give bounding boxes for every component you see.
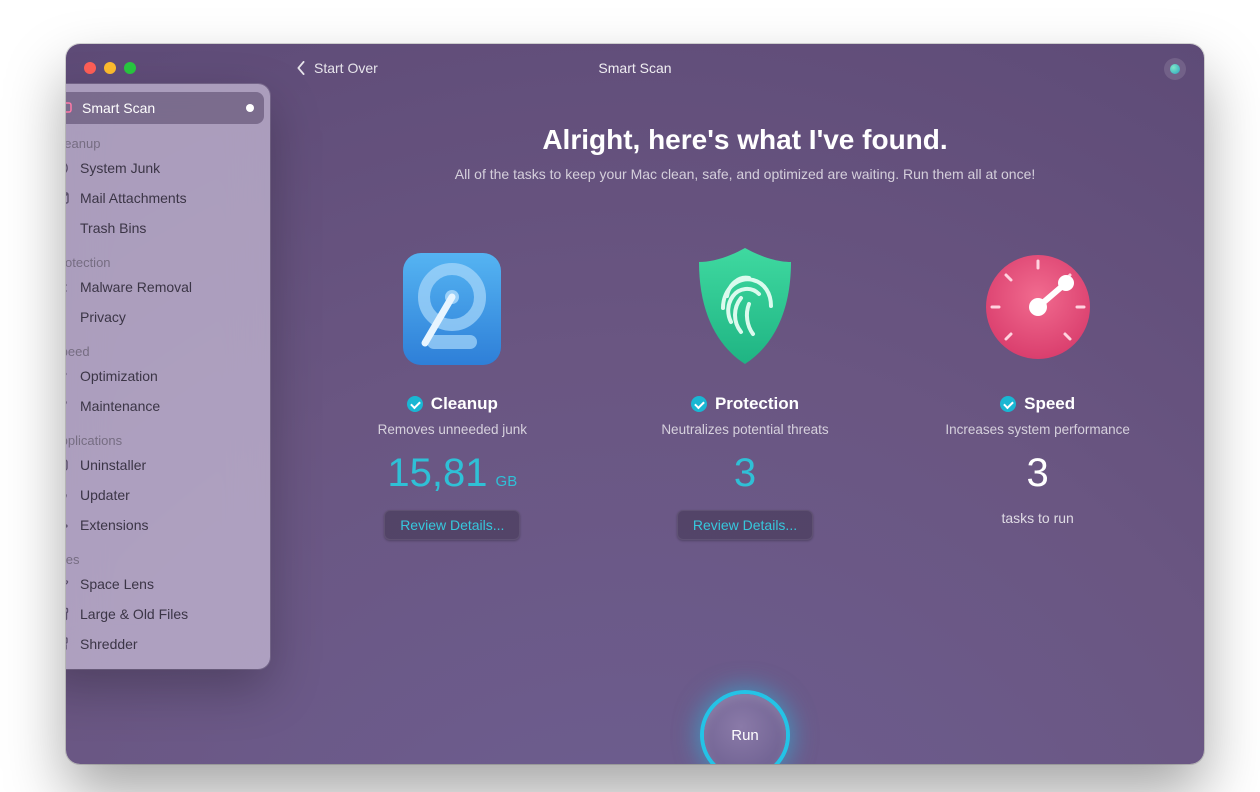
gauge-icon xyxy=(66,159,70,177)
card-value: 3 xyxy=(734,451,756,496)
run-button[interactable]: Run xyxy=(704,694,786,764)
sidebar-item-mail-attachments[interactable]: Mail Attachments xyxy=(66,183,270,213)
shield-fingerprint-icon xyxy=(685,242,805,372)
sidebar-item-label: System Junk xyxy=(80,160,160,176)
sidebar-item-optimization[interactable]: Optimization xyxy=(66,361,270,391)
hand-icon xyxy=(66,308,70,326)
sidebar-item-shredder[interactable]: Shredder xyxy=(66,629,270,659)
card-title: Speed xyxy=(1024,394,1075,414)
card-title-row: Speed xyxy=(1000,394,1075,414)
sidebar-item-label: Malware Removal xyxy=(80,279,192,295)
review-details-button[interactable]: Review Details... xyxy=(384,510,520,540)
sidebar-item-label: Updater xyxy=(80,487,130,503)
sidebar-section-speed: Speed xyxy=(66,332,270,361)
avatar-dot-icon xyxy=(1170,64,1180,74)
review-details-button[interactable]: Review Details... xyxy=(677,510,813,540)
sidebar-item-trash-bins[interactable]: Trash Bins xyxy=(66,213,270,243)
shredder-icon xyxy=(66,635,70,653)
page-title: Smart Scan xyxy=(598,60,671,76)
main-content: Alright, here's what I've found. All of … xyxy=(286,114,1204,764)
sidebar-item-space-lens[interactable]: Space Lens xyxy=(66,569,270,599)
hard-drive-icon xyxy=(392,242,512,372)
check-icon xyxy=(1000,396,1016,412)
sidebar-section-applications: Applications xyxy=(66,421,270,450)
puzzle-icon xyxy=(66,516,70,534)
tasks-to-run-label: tasks to run xyxy=(1001,510,1073,526)
sidebar-item-label: Privacy xyxy=(80,309,126,325)
sidebar-item-updater[interactable]: Updater xyxy=(66,480,270,510)
card-desc: Removes unneeded junk xyxy=(378,422,527,437)
value-number: 3 xyxy=(734,451,756,496)
card-value: 15,81 GB xyxy=(387,451,517,496)
sidebar-item-system-junk[interactable]: System Junk xyxy=(66,153,270,183)
sidebar-item-extensions[interactable]: Extensions xyxy=(66,510,270,540)
sidebar-item-label: Optimization xyxy=(80,368,158,384)
card-cleanup: Cleanup Removes unneeded junk 15,81 GB R… xyxy=(307,242,597,540)
run-button-wrap: Run xyxy=(704,694,786,764)
result-cards: Cleanup Removes unneeded junk 15,81 GB R… xyxy=(286,242,1204,540)
card-desc: Increases system performance xyxy=(945,422,1130,437)
planet-icon xyxy=(66,575,70,593)
card-protection: Protection Neutralizes potential threats… xyxy=(600,242,890,540)
uninstall-icon xyxy=(66,456,70,474)
card-title-row: Cleanup xyxy=(407,394,498,414)
subheadline: All of the tasks to keep your Mac clean,… xyxy=(286,166,1204,182)
sidebar: Smart Scan Cleanup System Junk Mail Atta… xyxy=(66,84,270,669)
sidebar-item-label: Large & Old Files xyxy=(80,606,188,622)
sidebar-item-label: Mail Attachments xyxy=(80,190,187,206)
wrench-icon xyxy=(66,397,70,415)
sidebar-item-label: Trash Bins xyxy=(80,220,146,236)
sidebar-item-label: Smart Scan xyxy=(82,100,155,116)
refresh-icon xyxy=(66,486,70,504)
sidebar-section-files: Files xyxy=(66,540,270,569)
card-desc: Neutralizes potential threats xyxy=(661,422,828,437)
trash-icon xyxy=(66,219,70,237)
value-unit: GB xyxy=(496,473,518,490)
sidebar-item-smart-scan[interactable]: Smart Scan xyxy=(66,92,264,124)
check-icon xyxy=(407,396,423,412)
back-label: Start Over xyxy=(314,60,378,76)
archive-icon xyxy=(66,605,70,623)
mail-icon xyxy=(66,189,70,207)
app-window: Start Over Smart Scan Smart Scan Cleanup… xyxy=(66,44,1204,764)
sidebar-section-cleanup: Cleanup xyxy=(66,124,270,153)
sidebar-item-malware-removal[interactable]: Malware Removal xyxy=(66,272,270,302)
back-button[interactable]: Start Over xyxy=(296,60,378,76)
chevron-left-icon xyxy=(296,61,306,75)
speedometer-icon xyxy=(978,242,1098,372)
card-title-row: Protection xyxy=(691,394,799,414)
card-value: 3 xyxy=(1027,451,1049,496)
value-number: 3 xyxy=(1027,451,1049,496)
card-speed: Speed Increases system performance 3 tas… xyxy=(893,242,1183,540)
sliders-icon xyxy=(66,367,70,385)
sidebar-item-label: Shredder xyxy=(80,636,138,652)
card-title: Protection xyxy=(715,394,799,414)
card-title: Cleanup xyxy=(431,394,498,414)
account-avatar[interactable] xyxy=(1164,58,1186,80)
sidebar-item-maintenance[interactable]: Maintenance xyxy=(66,391,270,421)
sidebar-item-label: Maintenance xyxy=(80,398,160,414)
headline: Alright, here's what I've found. xyxy=(286,124,1204,156)
scan-icon xyxy=(66,99,72,117)
sidebar-item-large-old-files[interactable]: Large & Old Files xyxy=(66,599,270,629)
check-icon xyxy=(691,396,707,412)
value-number: 15,81 xyxy=(387,451,487,496)
sidebar-item-privacy[interactable]: Privacy xyxy=(66,302,270,332)
sidebar-section-protection: Protection xyxy=(66,243,270,272)
sidebar-item-label: Extensions xyxy=(80,517,148,533)
sidebar-item-uninstaller[interactable]: Uninstaller xyxy=(66,450,270,480)
bug-icon xyxy=(66,278,70,296)
sidebar-item-label: Uninstaller xyxy=(80,457,146,473)
sidebar-item-label: Space Lens xyxy=(80,576,154,592)
